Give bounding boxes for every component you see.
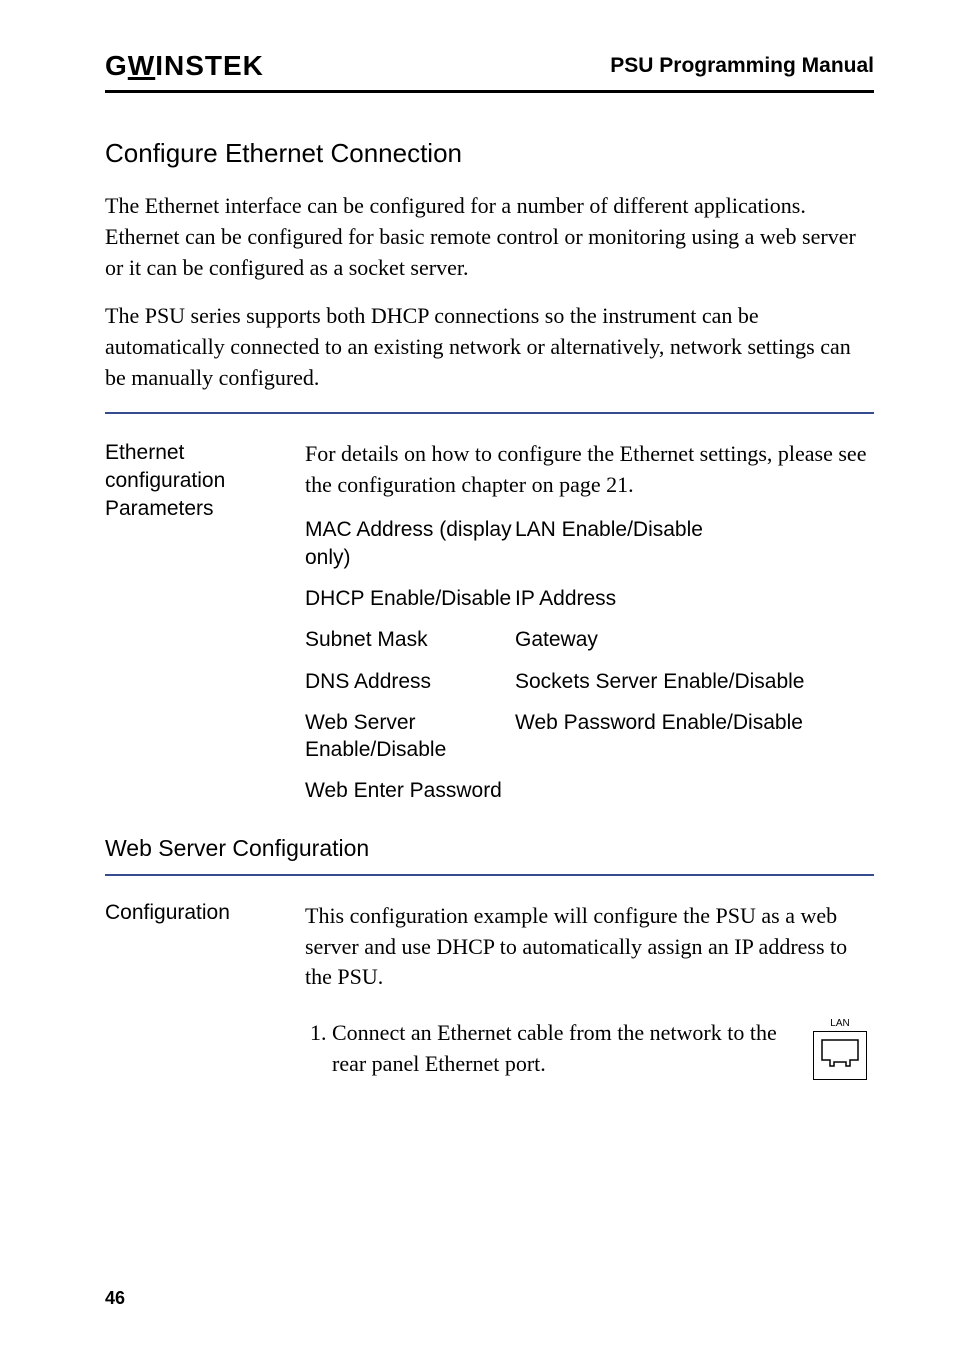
config-label: Configuration <box>105 901 305 1080</box>
parameters-intro: For details on how to configure the Ethe… <box>305 439 874 501</box>
logo-text-u: W <box>128 50 155 81</box>
intro-paragraph-1: The Ethernet interface can be configured… <box>105 191 874 283</box>
intro-paragraph-2: The PSU series supports both DHCP connec… <box>105 301 874 393</box>
header-title: PSU Programming Manual <box>610 54 874 78</box>
param-cell: Subnet Mask <box>305 626 515 653</box>
logo-text-post: INSTEK <box>155 50 264 81</box>
section-title: Configure Ethernet Connection <box>105 138 874 169</box>
section-divider <box>105 412 874 414</box>
parameters-grid: MAC Address (display only) LAN Enable/Di… <box>305 516 874 804</box>
param-cell: LAN Enable/Disable <box>515 516 874 571</box>
param-cell: Web Password Enable/Disable <box>515 709 874 764</box>
param-cell-full: Web Enter Password <box>305 777 874 804</box>
param-cell: Sockets Server Enable/Disable <box>515 668 874 695</box>
configuration-block: Configuration This configuration example… <box>105 901 874 1080</box>
config-intro: This configuration example will configur… <box>305 901 874 993</box>
parameters-content: For details on how to configure the Ethe… <box>305 439 874 805</box>
ethernet-jack-icon <box>820 1038 860 1068</box>
ethernet-parameters-block: Ethernet configuration Parameters For de… <box>105 439 874 805</box>
parameters-label: Ethernet configuration Parameters <box>105 439 305 805</box>
logo-text-pre: G <box>105 50 128 81</box>
lan-label: LAN <box>806 1018 874 1029</box>
section-divider <box>105 874 874 876</box>
param-cell: IP Address <box>515 585 874 612</box>
page-header: GWINSTEK PSU Programming Manual <box>105 50 874 93</box>
param-cell: DHCP Enable/Disable <box>305 585 515 612</box>
param-cell: MAC Address (display only) <box>305 516 515 571</box>
subsection-title: Web Server Configuration <box>105 835 874 862</box>
param-cell: Web Server Enable/Disable <box>305 709 515 764</box>
lan-port-icon <box>813 1031 867 1080</box>
step-text: 1. Connect an Ethernet cable from the ne… <box>327 1018 791 1080</box>
param-cell: Gateway <box>515 626 874 653</box>
lan-port-diagram: LAN <box>806 1018 874 1080</box>
logo: GWINSTEK <box>105 50 264 82</box>
config-content: This configuration example will configur… <box>305 901 874 1080</box>
page-number: 46 <box>105 1288 125 1309</box>
param-cell: DNS Address <box>305 668 515 695</box>
step-row: 1. Connect an Ethernet cable from the ne… <box>305 1018 874 1080</box>
